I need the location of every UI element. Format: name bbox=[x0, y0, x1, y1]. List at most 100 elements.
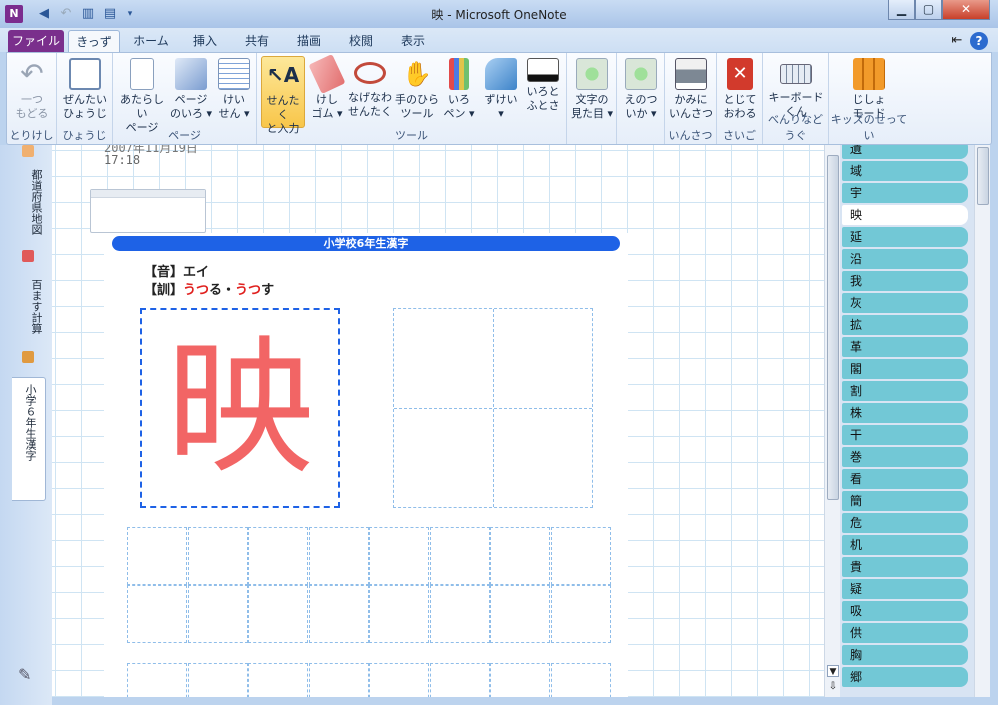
practice-cell[interactable] bbox=[490, 585, 550, 643]
lasso-select-button[interactable]: なげなわ せんたく bbox=[347, 56, 393, 128]
select-type-button[interactable]: ↖A せんたく と入力 bbox=[261, 56, 305, 135]
page-item[interactable]: 看 bbox=[842, 469, 968, 489]
view-all-button[interactable]: ぜんたい ひょうじ bbox=[62, 56, 108, 128]
tab-view[interactable]: 表示 bbox=[390, 30, 436, 52]
practice-cell[interactable] bbox=[187, 585, 248, 643]
on-reading-line: 【音】エイ bbox=[144, 265, 210, 280]
page-item[interactable]: 郷 bbox=[842, 667, 968, 687]
practice-cell[interactable] bbox=[187, 527, 248, 585]
page-item[interactable]: 映 bbox=[842, 205, 968, 225]
empty-outline-container[interactable] bbox=[90, 189, 206, 233]
page-item[interactable]: 巻 bbox=[842, 447, 968, 467]
tab-insert[interactable]: 挿入 bbox=[182, 30, 228, 52]
practice-cell[interactable] bbox=[248, 663, 308, 697]
practice-cell[interactable] bbox=[308, 663, 369, 697]
page-item[interactable]: 貴 bbox=[842, 557, 968, 577]
practice-cell[interactable] bbox=[429, 527, 490, 585]
practice-cell[interactable] bbox=[127, 663, 187, 697]
page-item[interactable]: 机 bbox=[842, 535, 968, 555]
practice-cell[interactable] bbox=[369, 663, 429, 697]
page-item[interactable]: 革 bbox=[842, 337, 968, 357]
page-item[interactable]: 拡 bbox=[842, 315, 968, 335]
practice-cell[interactable] bbox=[308, 527, 369, 585]
printer-icon bbox=[675, 58, 707, 90]
practice-cell[interactable] bbox=[187, 663, 248, 697]
page-item[interactable]: 灰 bbox=[842, 293, 968, 313]
practice-cell[interactable] bbox=[127, 585, 187, 643]
page-item[interactable]: 沿 bbox=[842, 249, 968, 269]
tab-share[interactable]: 共有 bbox=[234, 30, 280, 52]
scroll-thumb[interactable] bbox=[827, 155, 839, 500]
tab-kids[interactable]: きっず bbox=[68, 30, 120, 52]
page-extend-icon[interactable]: ⇩ bbox=[827, 681, 839, 693]
page-item[interactable]: 閣 bbox=[842, 359, 968, 379]
practice-cell[interactable] bbox=[248, 585, 308, 643]
section-tab-map[interactable]: 都道府県地図 bbox=[14, 165, 44, 245]
practice-box-large[interactable] bbox=[393, 308, 593, 508]
tab-file[interactable]: ファイル bbox=[8, 30, 64, 52]
outline-handle[interactable] bbox=[91, 190, 205, 198]
maximize-button[interactable]: ▢ bbox=[915, 0, 942, 20]
pen-color-button[interactable]: いろ ペン ▾ bbox=[441, 56, 477, 128]
eraser-button[interactable]: けし ゴム ▾ bbox=[308, 54, 346, 128]
page-item[interactable]: 吸 bbox=[842, 601, 968, 621]
undo-button[interactable]: ↶ 一つ もどる bbox=[11, 56, 53, 128]
page-item[interactable]: 遺 bbox=[842, 145, 968, 159]
help-icon[interactable]: ? bbox=[970, 32, 988, 50]
section-tabs-pane: 都道府県地図 百ます計算 小学６年生漢字 ✎ bbox=[0, 145, 52, 705]
practice-cell[interactable] bbox=[490, 527, 550, 585]
practice-cell[interactable] bbox=[369, 527, 429, 585]
practice-cell[interactable] bbox=[127, 527, 187, 585]
green-orb-icon bbox=[625, 58, 657, 90]
green-orb-icon bbox=[576, 58, 608, 90]
page-item[interactable]: 域 bbox=[842, 161, 968, 181]
section-tab-kanji[interactable]: 小学６年生漢字 bbox=[12, 377, 46, 501]
practice-cell[interactable] bbox=[369, 585, 429, 643]
page-item[interactable]: 疑 bbox=[842, 579, 968, 599]
section-tab-calc[interactable]: 百ます計算 bbox=[14, 275, 44, 345]
practice-cell[interactable] bbox=[550, 527, 611, 585]
practice-cell[interactable] bbox=[248, 527, 308, 585]
page-item[interactable]: 簡 bbox=[842, 491, 968, 511]
scroll-down-arrow-icon[interactable]: ▼ bbox=[827, 665, 839, 677]
page-item[interactable]: 胸 bbox=[842, 645, 968, 665]
practice-cell[interactable] bbox=[308, 585, 369, 643]
group-label-page: ページ bbox=[168, 129, 201, 142]
tab-review[interactable]: 校閲 bbox=[338, 30, 384, 52]
page-list-scroll-thumb[interactable] bbox=[977, 147, 989, 205]
minimize-button[interactable]: ▁ bbox=[888, 0, 915, 20]
tab-draw[interactable]: 描画 bbox=[286, 30, 332, 52]
canvas-scrollbar[interactable]: ▼ ⇩ bbox=[824, 145, 840, 697]
note-canvas[interactable]: 2007年11月19日 17:18 小学校6年生漢字 【音】エイ 【訓】うつる・… bbox=[52, 145, 824, 697]
notebook-icon[interactable]: ✎ bbox=[18, 665, 31, 684]
shapes-button[interactable]: ずけい ▾ bbox=[481, 56, 521, 128]
text-appearance-button[interactable]: 文字の 見た目 ▾ bbox=[570, 56, 614, 128]
pan-tool-button[interactable]: ✋ 手のひら ツール bbox=[395, 56, 439, 128]
pin-ribbon-icon[interactable]: ⇤ bbox=[948, 32, 966, 50]
page-list-scrollbar[interactable] bbox=[974, 145, 990, 697]
new-page-button[interactable]: あたらしい ページ bbox=[117, 56, 167, 134]
page-item[interactable]: 延 bbox=[842, 227, 968, 247]
page-item[interactable]: 干 bbox=[842, 425, 968, 445]
practice-cell[interactable] bbox=[550, 585, 611, 643]
page-color-button[interactable]: ページ のいろ ▾ bbox=[169, 56, 213, 128]
image-add-button[interactable]: えのつ いか ▾ bbox=[620, 56, 662, 128]
page-item[interactable]: 宇 bbox=[842, 183, 968, 203]
practice-cell[interactable] bbox=[550, 663, 611, 697]
page-item[interactable]: 我 bbox=[842, 271, 968, 291]
color-thickness-button[interactable]: いろと ふとさ bbox=[523, 56, 563, 128]
page-item[interactable]: 危 bbox=[842, 513, 968, 533]
page-item[interactable]: 割 bbox=[842, 381, 968, 401]
group-view: ぜんたい ひょうじ ひょうじ bbox=[57, 53, 113, 144]
practice-cell[interactable] bbox=[490, 663, 550, 697]
page-item[interactable]: 株 bbox=[842, 403, 968, 423]
practice-cell[interactable] bbox=[429, 663, 490, 697]
close-window-button[interactable]: ✕ bbox=[942, 0, 990, 20]
tab-home[interactable]: ホーム bbox=[126, 30, 176, 52]
group-tools-useful: キーボード くん べんりなどうぐ bbox=[763, 53, 829, 144]
print-button[interactable]: かみに いんさつ bbox=[668, 56, 714, 128]
rule-lines-button[interactable]: けい せん ▾ bbox=[215, 56, 253, 128]
page-item[interactable]: 供 bbox=[842, 623, 968, 643]
close-exit-button[interactable]: ✕ とじて おわる bbox=[720, 56, 760, 128]
practice-cell[interactable] bbox=[429, 585, 490, 643]
